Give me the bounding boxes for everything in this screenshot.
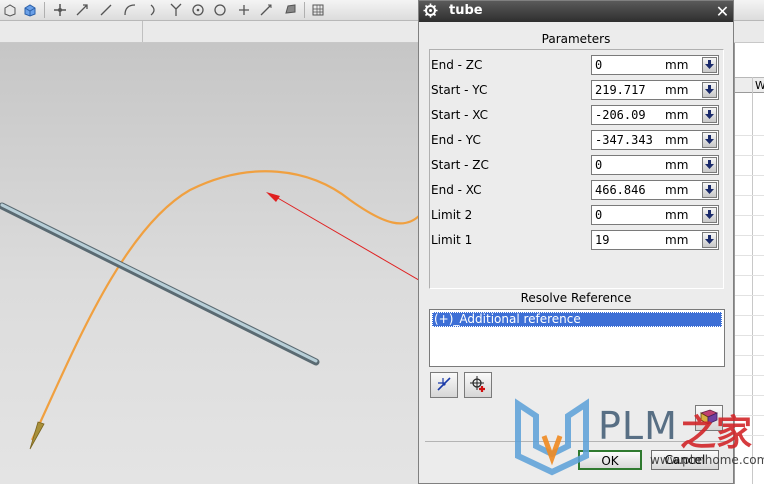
param-row-start-zc: Start - ZC 0 mm xyxy=(431,154,723,176)
watermark-brand: PLM xyxy=(598,404,678,448)
param-label: Start - XC xyxy=(431,108,488,122)
param-row-end-yc: End - YC -347.343 mm xyxy=(431,129,723,151)
face-icon[interactable] xyxy=(280,0,300,20)
watermark-url: www.plmhome.com xyxy=(650,453,764,467)
arrow-down-icon[interactable] xyxy=(702,107,717,123)
param-unit: mm xyxy=(665,183,689,197)
param-value-input[interactable]: -347.343 xyxy=(595,132,661,148)
vector-icon[interactable] xyxy=(256,0,276,20)
param-field[interactable]: 466.846 mm xyxy=(591,180,719,200)
param-row-end-zc: End - ZC 0 mm xyxy=(431,54,723,76)
view-box-icon[interactable] xyxy=(0,0,20,20)
param-field[interactable]: 0 mm xyxy=(591,155,719,175)
param-unit: mm xyxy=(665,108,689,122)
param-field[interactable]: -347.343 mm xyxy=(591,130,719,150)
curve-icon[interactable] xyxy=(120,0,140,20)
direction-arrow xyxy=(29,421,45,450)
param-field[interactable]: 19 mm xyxy=(591,230,719,250)
line-tool-icon xyxy=(435,375,453,396)
param-value-input[interactable]: 0 xyxy=(595,57,661,73)
arrow-down-icon[interactable] xyxy=(702,232,717,248)
arrow-down-icon[interactable] xyxy=(702,207,717,223)
watermark-brand-suffix: 之家 xyxy=(680,413,753,454)
arrow-down-icon[interactable] xyxy=(702,132,717,148)
param-value-input[interactable]: 0 xyxy=(595,207,661,223)
close-icon[interactable]: ✕ xyxy=(714,3,731,20)
param-label: End - XC xyxy=(431,183,482,197)
param-field[interactable]: 219.717 mm xyxy=(591,80,719,100)
plus-icon[interactable] xyxy=(234,0,254,20)
watermark-logo-icon xyxy=(515,398,589,476)
gear-icon[interactable] xyxy=(423,3,438,21)
circle-icon[interactable] xyxy=(210,0,230,20)
param-label: End - YC xyxy=(431,133,481,147)
arrow-down-icon[interactable] xyxy=(702,82,717,98)
param-field[interactable]: 0 mm xyxy=(591,55,719,75)
param-label: Limit 2 xyxy=(431,208,473,222)
arrow-down-icon[interactable] xyxy=(702,182,717,198)
arrow-down-icon[interactable] xyxy=(702,57,717,73)
param-value-input[interactable]: 219.717 xyxy=(595,82,661,98)
param-unit: mm xyxy=(665,208,689,222)
param-value-input[interactable]: 0 xyxy=(595,157,661,173)
shaded-cube-icon[interactable] xyxy=(20,0,40,20)
arrow-down-icon[interactable] xyxy=(702,157,717,173)
branch-icon[interactable] xyxy=(166,0,186,20)
watermark: PLM 之家 www.plmhome.com xyxy=(512,396,764,484)
param-label: Start - YC xyxy=(431,83,488,97)
param-row-limit-1: Limit 1 19 mm xyxy=(431,229,723,251)
param-row-start-yc: Start - YC 219.717 mm xyxy=(431,79,723,101)
param-field[interactable]: -206.09 mm xyxy=(591,105,719,125)
arc-icon[interactable] xyxy=(144,0,164,20)
move-icon[interactable] xyxy=(50,0,70,20)
param-unit: mm xyxy=(665,133,689,147)
param-label: End - ZC xyxy=(431,58,483,72)
param-label: Start - ZC xyxy=(431,158,489,172)
list-item-additional-reference[interactable]: (+)_Additional reference xyxy=(432,312,722,327)
table-header-w: W xyxy=(735,77,764,93)
param-field[interactable]: 0 mm xyxy=(591,205,719,225)
param-row-end-xc: End - XC 466.846 mm xyxy=(431,179,723,201)
resolve-reference-list[interactable]: (+)_Additional reference xyxy=(429,309,725,367)
param-row-limit-2: Limit 2 0 mm xyxy=(431,204,723,226)
param-value-input[interactable]: 466.846 xyxy=(595,182,661,198)
param-unit: mm xyxy=(665,58,689,72)
line-tool-button[interactable] xyxy=(430,372,458,398)
param-row-start-xc: Start - XC -206.09 mm xyxy=(431,104,723,126)
dialog-titlebar[interactable]: tube ✕ xyxy=(419,1,733,22)
param-unit: mm xyxy=(665,158,689,172)
transform-icon[interactable] xyxy=(72,0,92,20)
param-unit: mm xyxy=(665,83,689,97)
parameters-title: Parameters xyxy=(541,32,611,46)
dialog-title: tube xyxy=(449,3,483,18)
spline-curve xyxy=(31,170,421,441)
param-unit: mm xyxy=(665,233,689,247)
point-add-button[interactable] xyxy=(464,372,492,398)
table-icon[interactable] xyxy=(308,0,328,20)
param-value-input[interactable]: -206.09 xyxy=(595,107,661,123)
reference-arrow-head xyxy=(266,192,280,202)
param-value-input[interactable]: 19 xyxy=(595,232,661,248)
resolve-reference-title: Resolve Reference xyxy=(520,291,632,305)
param-label: Limit 1 xyxy=(431,233,473,247)
circle-point-icon[interactable] xyxy=(188,0,208,20)
point-add-icon xyxy=(469,375,487,396)
line-icon[interactable] xyxy=(96,0,116,20)
